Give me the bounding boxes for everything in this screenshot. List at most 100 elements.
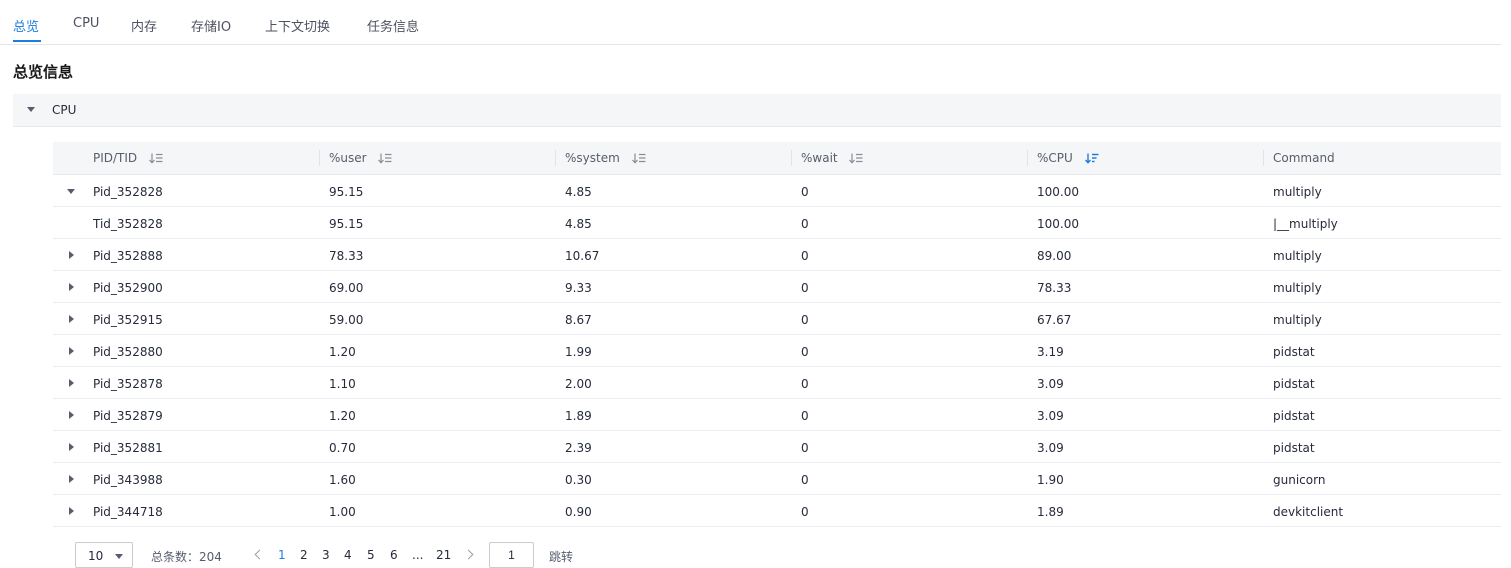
sort-icon[interactable]	[149, 153, 163, 164]
page-link[interactable]: 5	[367, 548, 375, 562]
cell-wait: 0	[801, 185, 809, 199]
row-expander[interactable]	[67, 378, 77, 388]
cell-system: 10.67	[565, 249, 600, 263]
cell-system: 2.00	[565, 377, 592, 391]
row-expander[interactable]	[67, 282, 77, 292]
row-expander[interactable]	[67, 506, 77, 516]
tab-cpu[interactable]: CPU	[73, 16, 99, 31]
tab-bar: 总览 CPU 内存 存储IO 上下文切换 任务信息	[0, 0, 1501, 45]
cell-wait: 0	[801, 313, 809, 327]
sort-desc-icon[interactable]	[1084, 153, 1099, 164]
row-expander[interactable]	[67, 346, 77, 356]
table-row[interactable]: Pid_352900 69.00 9.33 0 78.33 multiply	[53, 271, 1501, 303]
cpu-panel-header[interactable]: CPU	[13, 94, 1501, 127]
caret-right-icon	[69, 347, 74, 355]
column-divider[interactable]	[1263, 150, 1264, 166]
column-header-pid[interactable]: PID/TID	[93, 151, 163, 165]
tab-overview[interactable]: 总览	[13, 16, 39, 35]
page-link[interactable]: 3	[322, 548, 330, 562]
cell-pid: Pid_352878	[93, 377, 163, 391]
column-divider[interactable]	[319, 150, 320, 166]
column-divider[interactable]	[791, 150, 792, 166]
page-link[interactable]: 6	[390, 548, 398, 562]
jump-page-input[interactable]	[489, 542, 534, 568]
table-row[interactable]: Pid_352879 1.20 1.89 0 3.09 pidstat	[53, 399, 1501, 431]
page-size-select[interactable]: 10	[75, 542, 133, 568]
cell-system: 9.33	[565, 281, 592, 295]
sort-icon[interactable]	[378, 153, 392, 164]
cell-cpu: 89.00	[1037, 249, 1072, 263]
column-header-user[interactable]: %user	[329, 151, 392, 165]
row-expander[interactable]	[67, 410, 77, 420]
cell-user: 1.00	[329, 505, 356, 519]
total-count: 总条数：204	[151, 550, 222, 564]
column-divider[interactable]	[555, 150, 556, 166]
cell-command: multiply	[1273, 313, 1322, 327]
page-link[interactable]: 4	[344, 548, 352, 562]
row-expander[interactable]	[67, 474, 77, 484]
cell-wait: 0	[801, 377, 809, 391]
section-title: 总览信息	[13, 63, 74, 81]
pagination: 10 总条数：204 1 2 3 4 5 6 ... 21 跳转	[75, 542, 635, 568]
tab-task-info[interactable]: 任务信息	[367, 16, 419, 35]
tab-context-switch[interactable]: 上下文切换	[265, 16, 330, 35]
cell-user: 0.70	[329, 441, 356, 455]
cell-command: multiply	[1273, 185, 1322, 199]
tab-storage-io[interactable]: 存储IO	[191, 16, 231, 35]
table-row[interactable]: Pid_352878 1.10 2.00 0 3.09 pidstat	[53, 367, 1501, 399]
cell-command: devkitclient	[1273, 505, 1344, 519]
row-expander[interactable]	[67, 186, 77, 196]
row-expander[interactable]	[67, 250, 77, 260]
column-header-system[interactable]: %system	[565, 151, 646, 165]
column-header-cpu[interactable]: %CPU	[1037, 151, 1099, 165]
table-row[interactable]: Pid_352881 0.70 2.39 0 3.09 pidstat	[53, 431, 1501, 463]
cell-user: 1.20	[329, 409, 356, 423]
caret-right-icon	[69, 475, 74, 483]
column-header-wait[interactable]: %wait	[801, 151, 863, 165]
panel-label: CPU	[52, 103, 77, 117]
table-row[interactable]: Pid_352915 59.00 8.67 0 67.67 multiply	[53, 303, 1501, 335]
page-ellipsis[interactable]: ...	[412, 548, 423, 562]
cell-wait: 0	[801, 345, 809, 359]
cell-system: 0.30	[565, 473, 592, 487]
cell-system: 4.85	[565, 185, 592, 199]
cell-system: 1.89	[565, 409, 592, 423]
cell-user: 69.00	[329, 281, 364, 295]
next-page-icon[interactable]	[463, 549, 474, 560]
tab-memory[interactable]: 内存	[131, 16, 157, 35]
page-link[interactable]: 2	[300, 548, 308, 562]
cell-pid: Pid_343988	[93, 473, 163, 487]
cell-user: 95.15	[329, 217, 364, 231]
cell-command: |__multiply	[1273, 217, 1338, 231]
table-row[interactable]: Pid_352888 78.33 10.67 0 89.00 multiply	[53, 239, 1501, 271]
cell-command: pidstat	[1273, 409, 1315, 423]
cell-wait: 0	[801, 249, 809, 263]
table-row[interactable]: Pid_352880 1.20 1.99 0 3.19 pidstat	[53, 335, 1501, 367]
page-link[interactable]: 1	[278, 548, 286, 562]
table-row[interactable]: Pid_352828 95.15 4.85 0 100.00 multiply	[53, 175, 1501, 207]
sort-icon[interactable]	[631, 153, 646, 164]
cell-pid: Pid_352880	[93, 345, 163, 359]
cell-cpu: 3.09	[1037, 409, 1064, 423]
cell-pid: Pid_352900	[93, 281, 163, 295]
cell-cpu: 1.90	[1037, 473, 1064, 487]
column-divider[interactable]	[1027, 150, 1028, 166]
row-expander[interactable]	[67, 314, 77, 324]
prev-page-icon[interactable]	[254, 549, 265, 560]
table-row[interactable]: Tid_352828 95.15 4.85 0 100.00 |__multip…	[53, 207, 1501, 239]
column-header-command: Command	[1273, 151, 1335, 165]
chevron-down-icon	[115, 554, 123, 559]
row-expander[interactable]	[67, 442, 77, 452]
jump-button[interactable]: 跳转	[549, 548, 573, 565]
cell-system: 8.67	[565, 313, 592, 327]
cell-pid: Pid_352879	[93, 409, 163, 423]
caret-right-icon	[69, 283, 74, 291]
table-row[interactable]: Pid_344718 1.00 0.90 0 1.89 devkitclient	[53, 495, 1501, 527]
page-link[interactable]: 21	[436, 548, 451, 562]
table-row[interactable]: Pid_343988 1.60 0.30 0 1.90 gunicorn	[53, 463, 1501, 495]
cell-wait: 0	[801, 441, 809, 455]
sort-icon[interactable]	[849, 153, 863, 164]
caret-right-icon	[69, 443, 74, 451]
cell-cpu: 3.09	[1037, 377, 1064, 391]
cell-command: multiply	[1273, 281, 1322, 295]
